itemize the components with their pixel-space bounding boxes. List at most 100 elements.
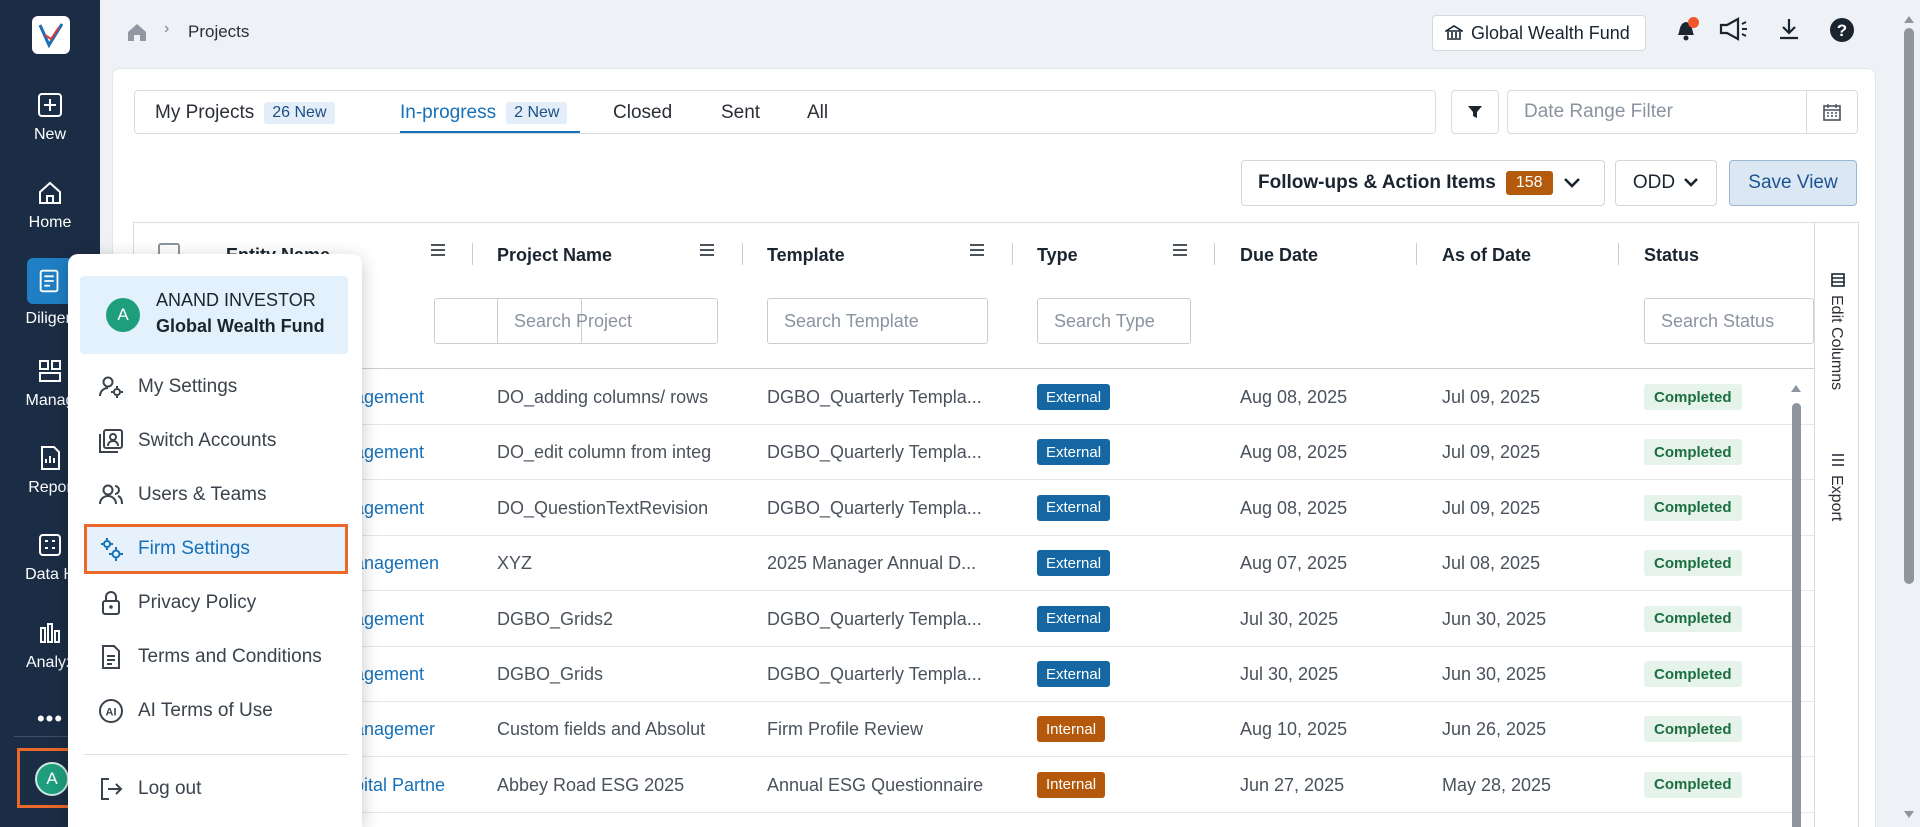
nav-label: New [33,126,66,143]
switch-accounts-icon [99,429,123,453]
menu-terms-conditions[interactable]: Terms and Conditions [84,632,348,682]
help-icon[interactable]: ? [1828,16,1856,44]
column-header-due-date[interactable]: Due Date [1240,245,1318,266]
project-name[interactable]: XYZ [497,553,715,574]
followups-dropdown[interactable]: Follow-ups & Action Items 158 [1241,160,1605,206]
save-view-button[interactable]: Save View [1729,160,1857,206]
column-header-status[interactable]: Status [1644,245,1699,266]
table-row[interactable]: agement DGBO_Grids DGBO_Quarterly Templa..… [134,647,1814,702]
table-row[interactable]: nts LLCOngoing Website CampaigInbound Qu… [134,813,1814,827]
menu-my-settings[interactable]: My Settings [84,362,348,412]
entity-link[interactable]: agement [354,609,484,630]
type-badge: External [1037,494,1111,521]
page-scroll-down-icon[interactable] [1903,810,1915,820]
menu-privacy-policy[interactable]: Privacy Policy [84,578,348,628]
notification-dot [1688,17,1699,28]
as-of-date: Jul 09, 2025 [1442,387,1541,407]
tab-closed[interactable]: Closed [613,102,672,124]
table-scrollbar[interactable] [1790,383,1802,827]
tab-my-projects[interactable]: My Projects 26 New [155,102,335,124]
table-row[interactable]: agement DO_adding columns/ rows DGBO_Quart… [134,370,1814,425]
column-menu-icon[interactable] [969,243,985,257]
menu-item-label: Privacy Policy [138,592,257,613]
table-row[interactable]: anagemer Custom fields and Absolut Firm Pr… [134,702,1814,758]
scroll-thumb[interactable] [1792,403,1801,827]
project-search-input[interactable]: Search Project [497,298,718,344]
logout-icon [101,778,123,800]
table-row[interactable]: agement DO_QuestionTextRevision DGBO_Quart… [134,481,1814,536]
app-logo[interactable] [32,16,70,54]
entity-link[interactable]: pital Partne [354,775,484,796]
entity-link[interactable]: anagemen [354,553,484,574]
column-separator [1618,243,1619,265]
edit-columns-button[interactable]: Edit Columns [1827,295,1845,390]
status-search-input[interactable]: Search Status [1644,298,1814,344]
project-name[interactable]: DO_edit column from integ [497,442,715,463]
entity-link[interactable]: agement [354,498,484,519]
entity-link[interactable]: agement [354,442,484,463]
page-scroll-up-icon[interactable] [1903,14,1915,24]
column-header-as-of-date[interactable]: As of Date [1442,245,1531,266]
entity-link[interactable]: agement [354,387,484,408]
export-button[interactable]: Export [1827,475,1845,521]
analyze-icon [40,623,60,643]
plus-square-icon [38,93,62,117]
type-badge: External [1037,661,1111,687]
due-date: Jul 30, 2025 [1240,664,1339,684]
menu-switch-accounts[interactable]: Switch Accounts [84,416,348,466]
type-search-input[interactable]: Search Type [1037,298,1191,344]
calendar-button[interactable] [1806,90,1858,134]
users-icon [99,484,123,505]
tab-sent[interactable]: Sent [721,102,760,124]
tab-all[interactable]: All [807,102,828,124]
column-header-type[interactable]: Type [1037,245,1078,266]
entity-link[interactable]: anagemer [354,719,484,740]
table-row[interactable]: pital Partne Abbey Road ESG 2025 Annual ES… [134,758,1814,813]
entity-link[interactable]: agement [354,664,484,685]
menu-logout[interactable]: Log out [84,764,348,814]
nav-new[interactable]: New [0,90,100,144]
menu-users-teams[interactable]: Users & Teams [84,470,348,520]
project-name[interactable]: DO_adding columns/ rows [497,387,715,408]
project-name[interactable]: DO_QuestionTextRevision [497,498,715,519]
column-menu-icon[interactable] [699,243,715,257]
page-scrollbar[interactable] [1904,28,1914,584]
menu-item-label: Users & Teams [138,484,267,505]
megaphone-icon[interactable] [1718,16,1750,42]
fund-switch-button[interactable]: Global Wealth Fund [1432,15,1646,51]
date-range-input[interactable]: Date Range Filter [1507,90,1807,134]
type-badge: External [1037,550,1111,577]
download-icon[interactable] [1776,16,1802,42]
template-name: DGBO_Quarterly Templa... [767,608,982,629]
table-row[interactable]: agement DO_edit column from integ DGBO_Qua… [134,425,1814,481]
column-header-project[interactable]: Project Name [497,245,612,266]
table-row[interactable]: agement DGBO_Grids2 DGBO_Quarterly Templa.… [134,592,1814,647]
menu-item-label: My Settings [138,376,238,397]
project-name[interactable]: Custom fields and Absolut [497,719,715,740]
project-name[interactable]: DGBO_Grids [497,664,715,685]
column-menu-icon[interactable] [430,243,446,257]
calendar-icon [1823,104,1841,121]
nav-home[interactable]: Home [0,178,100,232]
table-row[interactable]: anagemen XYZ 2025 Manager Annual D... Exter… [134,536,1814,592]
avatar: A [35,762,69,796]
menu-firm-settings[interactable]: Firm Settings [84,524,348,574]
project-name[interactable]: Abbey Road ESG 2025 [497,775,715,796]
filter-icon [1468,106,1482,118]
project-name[interactable]: DGBO_Grids2 [497,609,715,630]
scroll-up-icon[interactable] [1790,383,1802,393]
column-menu-icon[interactable] [1172,243,1188,257]
home-icon [39,181,61,204]
odd-dropdown[interactable]: ODD [1615,160,1717,206]
due-date: Aug 08, 2025 [1240,442,1348,463]
as-of-date: Jun 26, 2025 [1442,719,1547,740]
filter-button[interactable] [1451,90,1499,134]
menu-ai-terms[interactable]: AI AI Terms of Use [84,686,348,736]
due-date: Aug 07, 2025 [1240,553,1348,574]
avatar: A [106,298,140,332]
tab-in-progress[interactable]: In-progress 2 New [400,102,568,124]
template-search-input[interactable]: Search Template [767,298,988,344]
user-name: ANAND INVESTOR [156,290,316,310]
column-header-template[interactable]: Template [767,245,845,266]
breadcrumb-home-icon[interactable] [126,22,148,42]
